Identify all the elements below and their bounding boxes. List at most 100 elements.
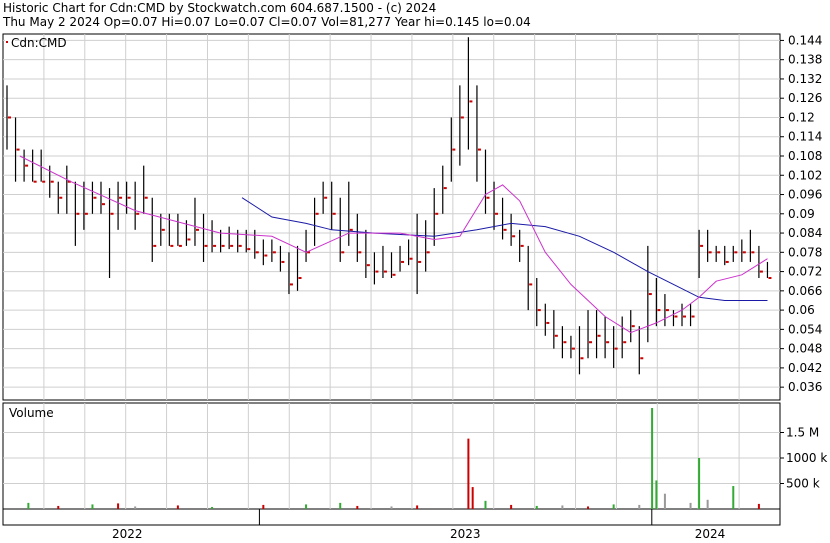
close-tick [375, 270, 379, 273]
price-tick-label: 0.144 [788, 33, 822, 47]
close-tick [426, 251, 430, 254]
close-tick [742, 251, 746, 254]
price-panel-frame [2, 33, 781, 401]
volume-bar [117, 503, 120, 509]
close-tick [768, 277, 772, 279]
close-tick [119, 196, 123, 199]
close-tick [751, 251, 755, 254]
close-tick [33, 180, 37, 183]
close-tick [281, 260, 285, 263]
year-label: 2024 [695, 527, 726, 541]
close-tick [8, 116, 11, 119]
close-tick [477, 148, 481, 151]
stock-chart: 0.036 0.042 0.048 0.054 0.06 0.066 0.072 0.078 0… [2, 33, 827, 541]
close-tick [418, 260, 422, 263]
volume-bar [471, 487, 474, 509]
close-tick [640, 357, 644, 360]
volume-bar [134, 506, 137, 509]
price-tick-label: 0.09 [788, 207, 815, 221]
volume-bar [211, 506, 214, 509]
close-tick [503, 228, 507, 231]
close-tick [178, 244, 182, 247]
close-tick [93, 196, 97, 199]
close-tick [691, 315, 695, 318]
close-tick [700, 244, 704, 247]
close-tick [452, 148, 456, 151]
close-tick [486, 196, 490, 199]
close-tick [315, 212, 319, 215]
close-tick [674, 315, 678, 318]
price-tick-label: 0.042 [788, 361, 822, 375]
volume-tick-label: 500 k [786, 477, 820, 491]
volume-bar [91, 504, 94, 509]
volume-bar [176, 505, 179, 509]
close-tick [469, 100, 473, 103]
price-tick-label: 0.06 [788, 303, 815, 317]
volume-bar [262, 504, 265, 509]
close-tick [221, 244, 225, 247]
volume-bar [698, 458, 701, 509]
close-tick [213, 244, 217, 247]
price-tick-label: 0.138 [788, 53, 822, 67]
close-tick [537, 309, 541, 312]
price-tick-label: 0.072 [788, 265, 822, 279]
close-tick [623, 341, 627, 344]
close-tick [443, 187, 447, 190]
close-tick [725, 260, 729, 263]
close-tick [230, 244, 234, 247]
close-tick [554, 334, 558, 337]
close-tick [84, 212, 88, 215]
volume-panel-frame [2, 402, 781, 510]
close-tick [409, 257, 413, 260]
volume-bar [638, 504, 641, 509]
volume-bar [467, 438, 470, 509]
close-tick [512, 235, 516, 238]
close-tick [708, 251, 712, 254]
close-tick [42, 180, 46, 183]
close-tick [110, 212, 114, 215]
close-tick [495, 212, 499, 215]
close-tick [383, 270, 387, 273]
close-tick [247, 248, 251, 251]
close-tick [324, 196, 328, 199]
price-tick-label: 0.102 [788, 168, 822, 182]
close-tick [606, 341, 610, 344]
close-tick [341, 251, 345, 254]
close-tick [571, 347, 575, 350]
close-tick [204, 244, 208, 247]
volume-bar [390, 506, 393, 509]
date-axis-frame [2, 508, 781, 526]
volume-bar [305, 504, 308, 509]
volume-panel-label: Volume [9, 406, 54, 420]
close-tick [101, 203, 105, 206]
close-tick [366, 264, 370, 267]
close-tick [392, 273, 396, 276]
close-tick [272, 251, 276, 254]
price-tick-label: 0.036 [788, 380, 822, 394]
close-tick [332, 212, 336, 215]
close-tick [580, 357, 584, 360]
price-tick-label: 0.078 [788, 245, 822, 259]
close-tick [759, 270, 763, 273]
close-tick [76, 212, 80, 215]
close-tick [648, 293, 652, 296]
close-tick [460, 116, 464, 119]
close-tick [170, 244, 174, 247]
year-label: 2022 [112, 527, 143, 541]
volume-bar [612, 504, 615, 509]
close-tick [665, 309, 669, 312]
volume-bar [356, 505, 359, 509]
close-tick [238, 244, 242, 247]
close-tick [187, 238, 191, 241]
volume-tick-label: 1.5 M [786, 426, 819, 440]
close-tick [127, 196, 131, 199]
close-tick [657, 309, 661, 312]
legend-swatch [6, 41, 8, 43]
volume-bar [535, 505, 538, 509]
close-tick [597, 334, 601, 337]
close-tick [734, 251, 738, 254]
close-tick [614, 347, 618, 350]
close-tick [589, 341, 593, 344]
price-tick-label: 0.114 [788, 130, 822, 144]
close-tick [136, 212, 140, 215]
